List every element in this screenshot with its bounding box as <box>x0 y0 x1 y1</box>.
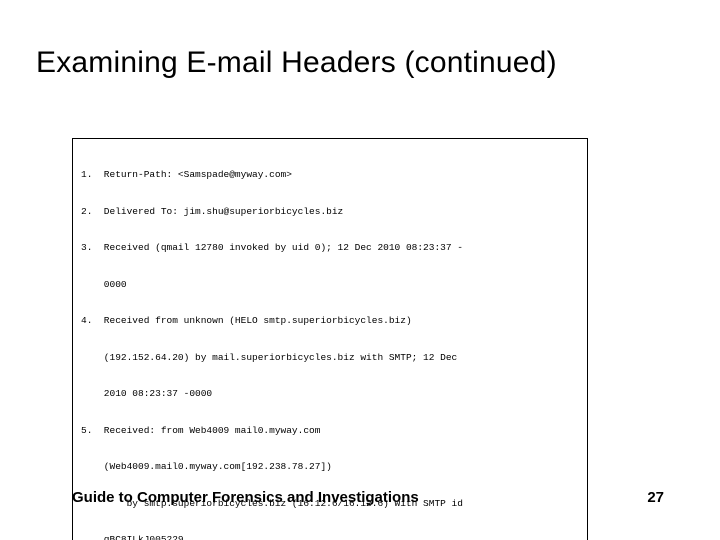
header-line: (Web4009.mail0.myway.com[192.238.78.27]) <box>81 461 579 473</box>
header-line: (192.152.64.20) by mail.superiorbicycles… <box>81 352 579 364</box>
header-line: gBC8ILkJ005229 <box>81 534 579 540</box>
slide-title: Examining E-mail Headers (continued) <box>36 46 692 80</box>
page-number: 27 <box>647 489 664 506</box>
header-line: 0000 <box>81 279 579 291</box>
header-line: 1. Return-Path: <Samspade@myway.com> <box>81 169 579 181</box>
header-line: 5. Received: from Web4009 mail0.myway.co… <box>81 425 579 437</box>
header-line: 4. Received from unknown (HELO smtp.supe… <box>81 315 579 327</box>
email-header-box: 1. Return-Path: <Samspade@myway.com> 2. … <box>72 138 588 540</box>
figure: 1. Return-Path: <Samspade@myway.com> 2. … <box>72 138 588 540</box>
header-line: 3. Received (qmail 12780 invoked by uid … <box>81 242 579 254</box>
header-line: 2. Delivered To: jim.shu@superiorbicycle… <box>81 206 579 218</box>
footer-title: Guide to Computer Forensics and Investig… <box>72 489 419 506</box>
slide: Examining E-mail Headers (continued) 1. … <box>0 0 720 540</box>
header-line: 2010 08:23:37 -0000 <box>81 388 579 400</box>
